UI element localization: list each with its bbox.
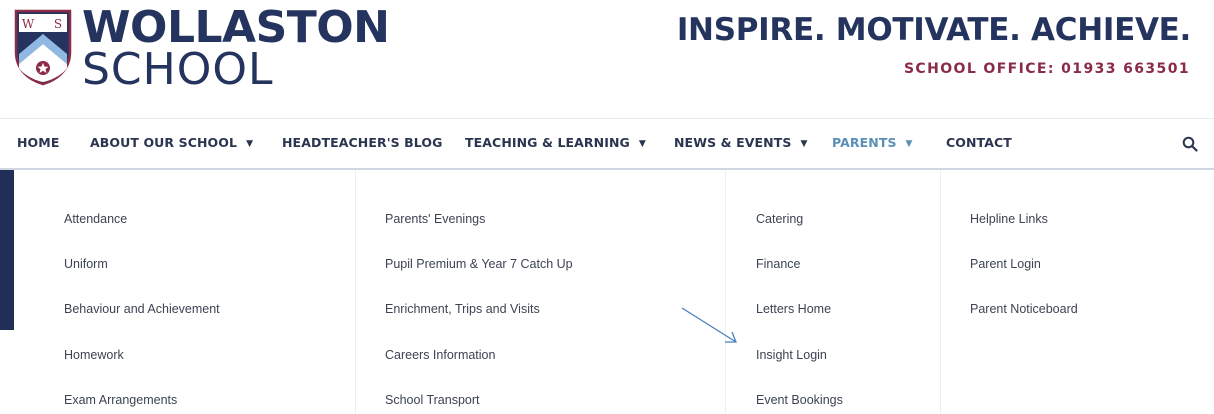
school-office-phone: SCHOOL OFFICE: 01933 663501	[903, 61, 1190, 77]
menu-link-insight-login[interactable]: Insight Login	[756, 348, 827, 362]
menu-link-behaviour[interactable]: Behaviour and Achievement	[64, 302, 220, 316]
nav-teaching-label: TEACHING & LEARNING	[465, 135, 630, 150]
site-header: W S WOLLASTON SCHOOL INSPIRE. MOTIVATE. …	[0, 0, 1214, 118]
menu-column-1: Attendance Uniform Behaviour and Achieve…	[14, 170, 356, 414]
nav-parents-label: PARENTS	[832, 135, 897, 150]
menu-link-uniform[interactable]: Uniform	[64, 257, 108, 271]
main-navigation: HOME ABOUT OUR SCHOOL ▼ HEADTEACHER'S BLO…	[0, 118, 1214, 170]
nav-contact-label: CONTACT	[946, 135, 1012, 150]
school-crest-logo[interactable]: W S	[13, 8, 73, 86]
nav-about-label: ABOUT OUR SCHOOL	[90, 135, 238, 150]
menu-accent-bar	[0, 170, 14, 330]
menu-link-parents-evenings[interactable]: Parents' Evenings	[385, 212, 485, 226]
chevron-down-icon: ▼	[800, 139, 808, 149]
menu-column-2: Parents' Evenings Pupil Premium & Year 7…	[355, 170, 726, 414]
chevron-down-icon: ▼	[638, 139, 646, 149]
nav-headteachers-blog[interactable]: HEADTEACHER'S BLOG	[282, 135, 443, 150]
menu-link-pupil-premium[interactable]: Pupil Premium & Year 7 Catch Up	[385, 257, 573, 271]
nav-blog-label: HEADTEACHER'S BLOG	[282, 135, 443, 150]
nav-teaching-learning[interactable]: TEACHING & LEARNING ▼	[465, 135, 646, 150]
menu-column-4: Helpline Links Parent Login Parent Notic…	[941, 170, 1214, 414]
nav-home-label: HOME	[17, 135, 60, 150]
nav-news-events[interactable]: NEWS & EVENTS ▼	[674, 135, 807, 150]
menu-column-3: Catering Finance Letters Home Insight Lo…	[726, 170, 941, 414]
menu-link-parent-noticeboard[interactable]: Parent Noticeboard	[970, 302, 1078, 316]
menu-link-finance[interactable]: Finance	[756, 257, 800, 271]
menu-link-exam-arrangements[interactable]: Exam Arrangements	[64, 393, 177, 407]
nav-parents[interactable]: PARENTS ▼	[832, 135, 913, 150]
school-name[interactable]: WOLLASTON SCHOOL	[82, 6, 390, 95]
nav-contact[interactable]: CONTACT	[946, 135, 1012, 150]
menu-link-school-transport[interactable]: School Transport	[385, 393, 480, 407]
annotation-arrow-icon	[681, 307, 737, 343]
chevron-down-icon: ▼	[246, 139, 254, 149]
menu-link-helpline-links[interactable]: Helpline Links	[970, 212, 1048, 226]
menu-link-event-bookings[interactable]: Event Bookings	[756, 393, 843, 407]
school-name-line2: SCHOOL	[82, 44, 274, 95]
menu-link-catering[interactable]: Catering	[756, 212, 803, 226]
menu-link-enrichment[interactable]: Enrichment, Trips and Visits	[385, 302, 540, 316]
tagline: INSPIRE. MOTIVATE. ACHIEVE.	[676, 12, 1191, 48]
menu-link-letters-home[interactable]: Letters Home	[756, 302, 831, 316]
search-icon[interactable]	[1182, 136, 1198, 152]
menu-link-careers[interactable]: Careers Information	[385, 348, 495, 362]
nav-about-our-school[interactable]: ABOUT OUR SCHOOL ▼	[90, 135, 253, 150]
chevron-down-icon: ▼	[905, 139, 913, 149]
menu-link-attendance[interactable]: Attendance	[64, 212, 127, 226]
parents-mega-menu: Attendance Uniform Behaviour and Achieve…	[0, 170, 1214, 414]
nav-news-label: NEWS & EVENTS	[674, 135, 792, 150]
menu-link-parent-login[interactable]: Parent Login	[970, 257, 1041, 271]
nav-home[interactable]: HOME	[17, 135, 59, 150]
svg-text:W: W	[22, 17, 35, 31]
svg-text:S: S	[54, 17, 62, 31]
menu-link-homework[interactable]: Homework	[64, 348, 124, 362]
